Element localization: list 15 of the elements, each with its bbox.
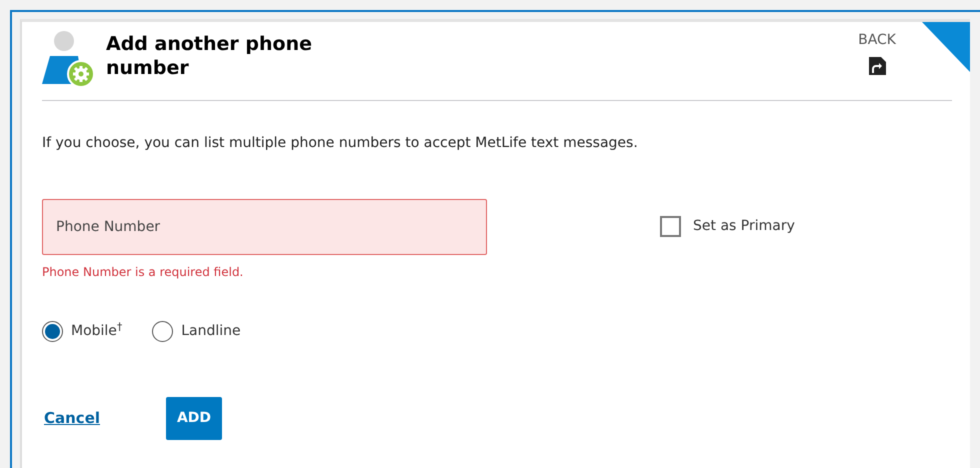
checkbox-label: Set as Primary [693,217,795,236]
phone-number-field[interactable]: Phone Number [42,199,487,255]
back-button[interactable]: BACK [858,30,896,75]
return-icon [868,57,886,75]
add-button[interactable]: ADD [166,397,222,440]
intro-text: If you choose, you can list multiple phone numbers to accept MetLife text messages. [42,134,639,153]
error-message: Phone Number is a required field. [42,264,244,281]
page-title: Add another phone number [106,32,313,80]
radio-button[interactable] [152,321,174,342]
checkbox[interactable] [660,216,681,237]
corner-flag [922,22,970,72]
radio-label: Mobile$^{†}$ [71,321,122,341]
cancel-link[interactable]: Cancel [44,407,100,430]
radio-label: Landline [181,322,241,341]
radio-button[interactable] [42,321,63,342]
